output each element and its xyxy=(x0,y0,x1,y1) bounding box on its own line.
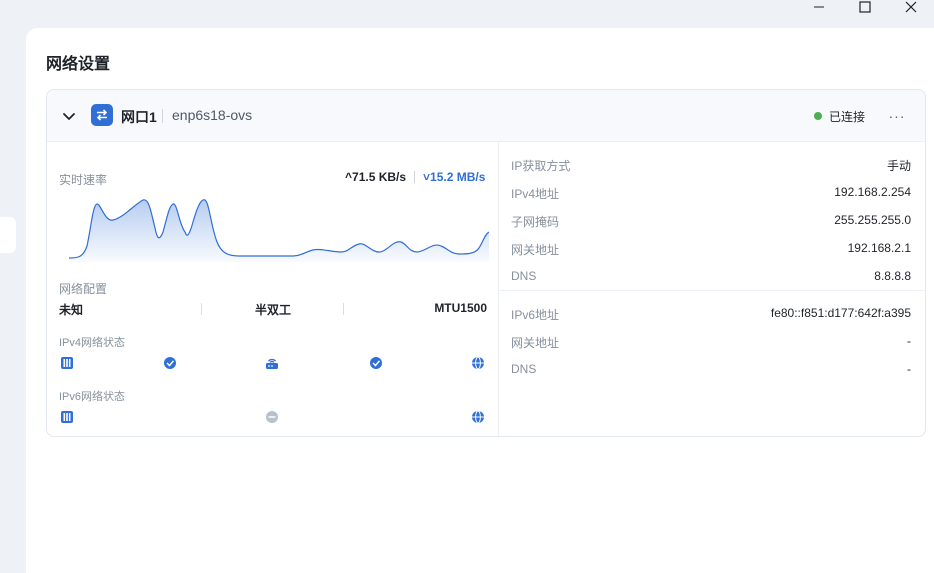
minimize-icon xyxy=(814,6,824,8)
ipv4-gw-value: 192.168.2.1 xyxy=(847,241,911,255)
config-divider xyxy=(343,303,344,315)
page-title: 网络设置 xyxy=(46,56,111,73)
ipv4-gw-label: 网关地址 xyxy=(511,243,560,257)
ipv4-state-label: IPv4网络状态 xyxy=(59,337,126,349)
ipv4-addr-value: 192.168.2.254 xyxy=(834,185,911,199)
ipv6-addr-value: fe80::f851:d177:642f:a395 xyxy=(770,306,911,320)
ipv4-addr-row: IPv4地址 192.168.2.254 xyxy=(511,184,911,201)
ipv6-addr-label: IPv6地址 xyxy=(511,308,560,322)
globe-icon xyxy=(472,410,484,424)
sidebar-collapse-handle[interactable] xyxy=(0,217,16,253)
maximize-button[interactable] xyxy=(842,0,888,14)
server-icon xyxy=(61,411,73,423)
chevron-down-icon[interactable] xyxy=(61,108,77,124)
maximize-icon xyxy=(859,1,871,13)
close-icon xyxy=(905,1,917,13)
ipv4-dns-row: DNS 8.8.8.8 xyxy=(511,268,911,284)
ipv4-link-local xyxy=(77,357,247,369)
config-row: 未知 半双工 MTU1500 xyxy=(59,301,487,317)
download-speed-value: 15.2 MB/s xyxy=(430,170,486,184)
status-badge: 已连接 xyxy=(829,110,866,124)
ipv4-mask-label: 子网掩码 xyxy=(511,215,560,229)
port-name: 网口1 xyxy=(121,109,157,125)
realtime-speed-chart xyxy=(69,199,489,262)
port-header[interactable]: 网口1 enp6s18-ovs 已连接 ··· xyxy=(47,90,925,142)
ipv6-gw-label: 网关地址 xyxy=(511,336,560,350)
network-port-card: 网口1 enp6s18-ovs 已连接 ··· 实时速率 ^71.5 KB/s … xyxy=(46,89,926,437)
ipv6-dns-row: DNS - xyxy=(511,361,911,377)
speed-chart-area xyxy=(69,199,489,262)
download-arrow-icon: ˅ xyxy=(423,170,431,184)
header-divider xyxy=(162,109,163,123)
minimize-button[interactable] xyxy=(796,0,842,14)
config-label: 网络配置 xyxy=(59,282,108,296)
globe-icon xyxy=(472,356,484,370)
server-icon xyxy=(61,357,73,369)
ipv4-mask-value: 255.255.255.0 xyxy=(834,213,911,227)
upload-arrow-icon: ^ xyxy=(345,170,353,184)
ipv4-mode-row: IP获取方式 手动 xyxy=(511,156,911,173)
ipv6-addr-row: IPv6地址 fe80::f851:d177:642f:a395 xyxy=(511,305,911,322)
ipv6-gw-row: 网关地址 - xyxy=(511,333,911,350)
ipv6-link xyxy=(77,411,467,423)
ipv4-dns-label: DNS xyxy=(511,269,537,283)
ipv4-mode-value: 手动 xyxy=(886,159,911,173)
config-mtu: MTU1500 xyxy=(434,301,487,315)
download-speed: ˅15.2 MB/s xyxy=(423,170,485,184)
realtime-label: 实时速率 xyxy=(59,173,108,187)
section-divider xyxy=(499,290,925,291)
settings-panel: 网络设置 网口1 enp6s18-ovs 已连接 ··· 实时速率 ^71.5 … xyxy=(26,28,934,573)
close-button[interactable] xyxy=(888,0,934,14)
ipv4-link-internet xyxy=(287,357,467,369)
router-icon xyxy=(266,358,278,369)
port-stats: 实时速率 ^71.5 KB/s ˅15.2 MB/s 网络配置 未知 半双工 M… xyxy=(47,142,499,436)
config-divider xyxy=(201,303,202,315)
status-dot-icon xyxy=(814,112,822,120)
ipv4-mask-row: 子网掩码 255.255.255.0 xyxy=(511,212,911,229)
ipv6-dns-value: - xyxy=(907,362,911,376)
ipv6-dns-label: DNS xyxy=(511,362,537,376)
ipv4-gw-row: 网关地址 192.168.2.1 xyxy=(511,240,911,257)
ipv4-dns-value: 8.8.8.8 xyxy=(874,269,911,283)
config-speed: 未知 xyxy=(59,303,84,317)
upload-speed-value: 71.5 KB/s xyxy=(352,170,407,184)
speed-divider xyxy=(414,171,415,183)
ipv6-gw-value: - xyxy=(907,334,911,348)
ip-details: IP获取方式 手动 IPv4地址 192.168.2.254 子网掩码 255.… xyxy=(499,142,925,436)
window-controls xyxy=(796,0,934,14)
ipv6-state-label: IPv6网络状态 xyxy=(59,391,126,403)
config-duplex: 半双工 xyxy=(255,303,292,317)
upload-speed: ^71.5 KB/s xyxy=(345,170,406,184)
port-swap-icon xyxy=(91,104,113,126)
port-device: enp6s18-ovs xyxy=(172,107,253,123)
ipv4-addr-label: IPv4地址 xyxy=(511,187,560,201)
ipv4-mode-label: IP获取方式 xyxy=(511,159,571,173)
more-button[interactable]: ··· xyxy=(885,104,909,128)
